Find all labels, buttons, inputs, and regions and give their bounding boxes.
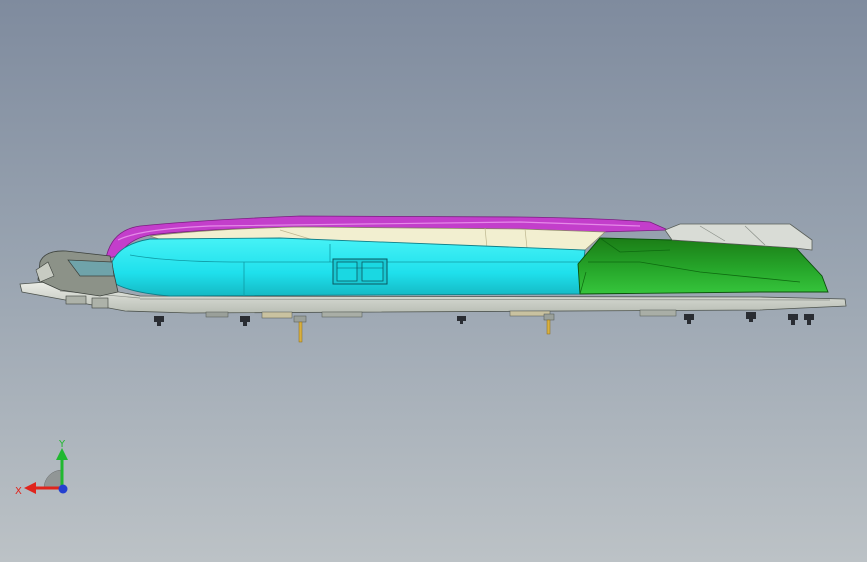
x-axis-label: X xyxy=(15,486,22,497)
nose-assembly xyxy=(35,250,119,309)
y-axis-label: Y xyxy=(58,439,66,450)
x-arrowhead-icon xyxy=(24,482,36,494)
locating-pins xyxy=(293,313,555,343)
orientation-triad: Y X xyxy=(15,439,68,497)
cad-viewport[interactable]: Y X xyxy=(0,0,867,562)
part-model[interactable] xyxy=(0,0,867,562)
z-axis-dot xyxy=(58,484,68,494)
